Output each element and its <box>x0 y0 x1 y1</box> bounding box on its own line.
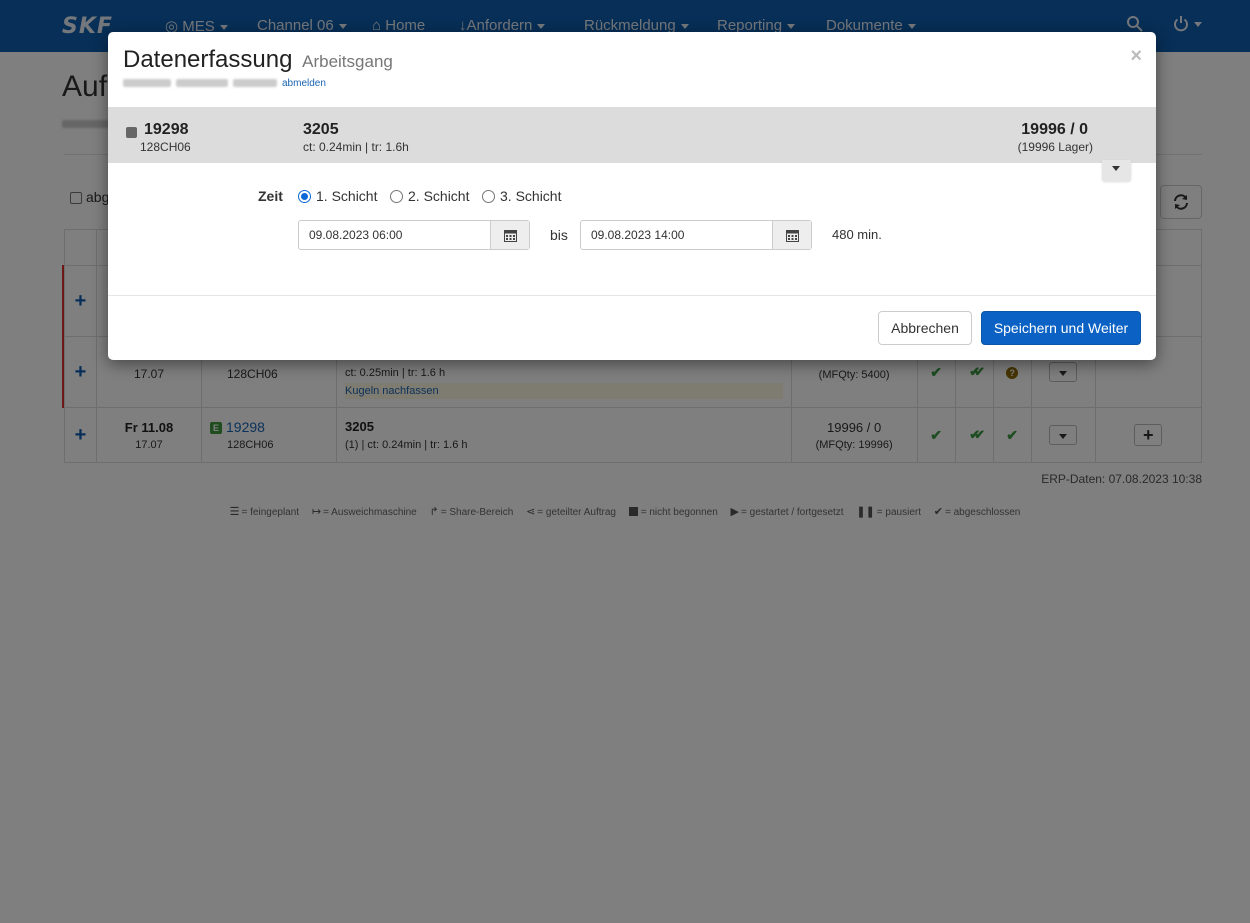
shift-3-radio[interactable]: 3. Schicht <box>482 188 561 204</box>
operation-number: 3205 <box>303 121 339 138</box>
zeit-label: Zeit <box>258 188 283 204</box>
operation-info-bar: 19298 128CH06 3205 ct: 0.24min | tr: 1.6… <box>108 107 1156 163</box>
blurred-user-name <box>176 79 228 87</box>
close-icon[interactable]: × <box>1130 45 1142 68</box>
end-calendar-button[interactable] <box>772 221 811 249</box>
calendar-icon <box>503 229 517 242</box>
radio-unselected[interactable] <box>390 190 403 203</box>
quantity: 19996 / 0 <box>1021 121 1088 138</box>
shift-label: 1. Schicht <box>316 188 378 204</box>
end-datetime-input[interactable]: 09.08.2023 14:00 <box>591 228 684 242</box>
data-entry-dialog: Datenerfassung Arbeitsgang × abmelden 19… <box>108 32 1156 360</box>
shift-2-radio[interactable]: 2. Schicht <box>390 188 469 204</box>
order-number: 19298 <box>144 121 189 138</box>
shift-label: 2. Schicht <box>408 188 470 204</box>
modal-title-text: Datenerfassung <box>123 46 293 73</box>
blurred-user-name <box>233 79 277 87</box>
blurred-user-name <box>123 79 171 87</box>
radio-selected[interactable] <box>298 190 311 203</box>
start-datetime-group: 09.08.2023 06:00 <box>298 220 530 250</box>
save-and-continue-button[interactable]: Speichern und Weiter <box>981 311 1141 345</box>
duration-minutes: 480 min. <box>832 227 882 242</box>
modal-subtitle: Arbeitsgang <box>302 52 393 71</box>
calendar-icon <box>785 229 799 242</box>
cycle-times: ct: 0.24min | tr: 1.6h <box>303 140 409 154</box>
bis-label: bis <box>550 227 568 243</box>
machine-name: 128CH06 <box>140 140 191 154</box>
shift-1-radio[interactable]: 1. Schicht <box>298 188 377 204</box>
stock-quantity: (19996 Lager) <box>1017 140 1093 154</box>
logout-link[interactable]: abmelden <box>282 78 326 89</box>
modal-footer-divider <box>108 295 1156 296</box>
start-calendar-button[interactable] <box>490 221 529 249</box>
start-datetime-input[interactable]: 09.08.2023 06:00 <box>309 228 402 242</box>
radio-unselected[interactable] <box>482 190 495 203</box>
not-started-icon <box>126 127 137 138</box>
shift-label: 3. Schicht <box>500 188 562 204</box>
cancel-button[interactable]: Abbrechen <box>878 311 972 345</box>
end-datetime-group: 09.08.2023 14:00 <box>580 220 812 250</box>
chevron-down-icon <box>1112 166 1120 171</box>
modal-title: Datenerfassung Arbeitsgang <box>123 46 393 74</box>
info-dropdown-toggle[interactable] <box>1102 160 1131 181</box>
